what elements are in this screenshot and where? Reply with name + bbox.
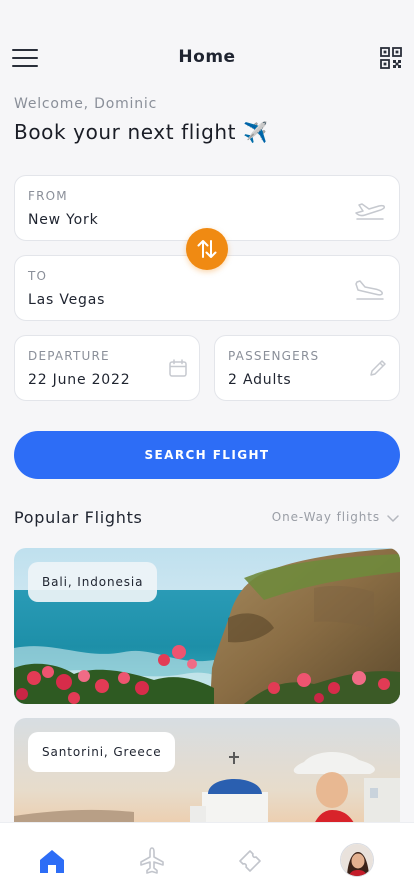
home-icon[interactable]: [36, 845, 68, 877]
to-label: TO: [28, 269, 48, 283]
trip-type-dropdown[interactable]: One-Way flights: [272, 510, 400, 524]
top-bar: Home: [0, 0, 414, 100]
departure-value: 22 June 2022: [28, 372, 131, 388]
landing-icon: [355, 280, 384, 300]
passengers-field[interactable]: PASSENGERS 2 Adults: [214, 335, 400, 401]
page-title: Home: [178, 47, 236, 67]
headline: Book your next flight ✈️: [14, 120, 269, 144]
swap-arrows-icon: [197, 240, 217, 258]
flight-card-santorini[interactable]: Santorini, Greece: [14, 718, 400, 838]
airplane-icon[interactable]: [136, 845, 168, 877]
from-label: FROM: [28, 189, 68, 203]
passengers-label: PASSENGERS: [228, 349, 320, 363]
welcome-text: Welcome, Dominic: [14, 96, 158, 112]
departure-label: DEPARTURE: [28, 349, 110, 363]
destination-label: Santorini, Greece: [28, 732, 176, 772]
takeoff-icon: [355, 203, 385, 220]
qr-code-icon[interactable]: [380, 47, 402, 69]
avatar[interactable]: [340, 843, 374, 877]
chevron-down-icon: [387, 514, 399, 522]
bottom-tab-bar: [0, 822, 414, 896]
search-flight-button[interactable]: SEARCH FLIGHT: [14, 431, 400, 479]
flight-card-bali[interactable]: Bali, Indonesia: [14, 548, 400, 704]
swap-button[interactable]: [186, 228, 228, 270]
calendar-icon: [169, 359, 187, 377]
trip-type-value: One-Way flights: [271, 510, 380, 524]
popular-flights-title: Popular Flights: [14, 508, 143, 527]
destination-label: Bali, Indonesia: [28, 562, 158, 602]
pencil-icon: [370, 360, 386, 376]
departure-field[interactable]: DEPARTURE 22 June 2022: [14, 335, 200, 401]
ticket-icon[interactable]: [234, 845, 266, 877]
to-value: Las Vegas: [28, 292, 106, 308]
from-value: New York: [28, 212, 99, 228]
passengers-value: 2 Adults: [228, 372, 292, 388]
